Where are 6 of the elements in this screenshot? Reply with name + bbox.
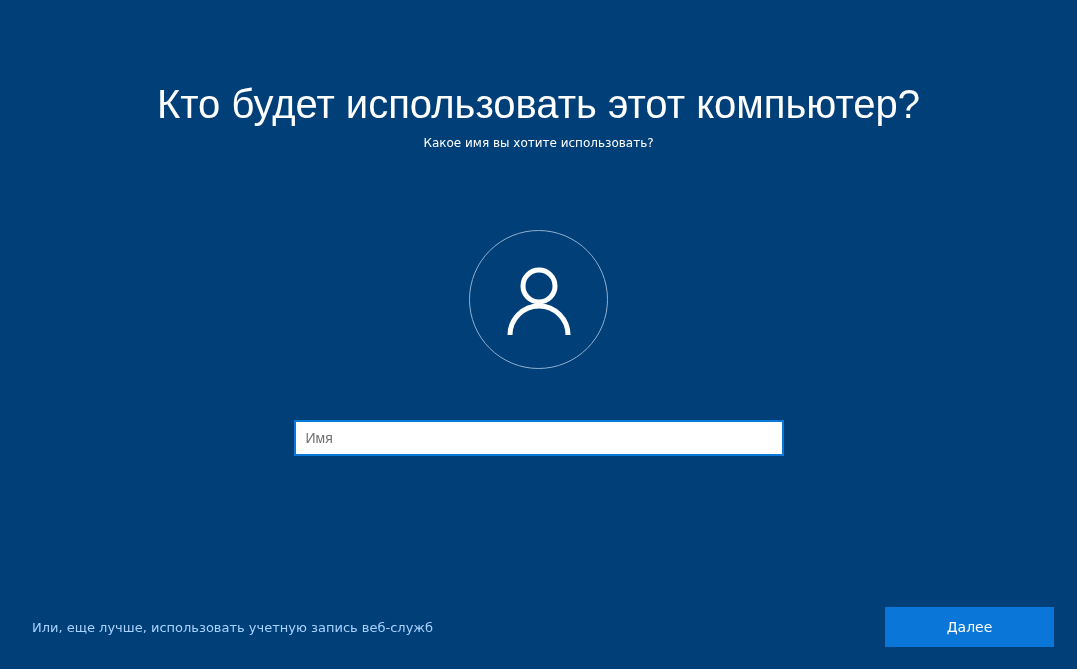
user-icon <box>505 266 572 337</box>
subtitle: Какое имя вы хотите использовать? <box>423 136 654 150</box>
account-link[interactable]: Или, еще лучше, использовать учетную запись веб-служб <box>32 619 434 635</box>
page-title: Кто будет использовать этот компьютер? <box>156 81 921 128</box>
name-field[interactable]: Имя <box>293 420 784 456</box>
next-button[interactable]: Далее <box>885 607 1054 647</box>
